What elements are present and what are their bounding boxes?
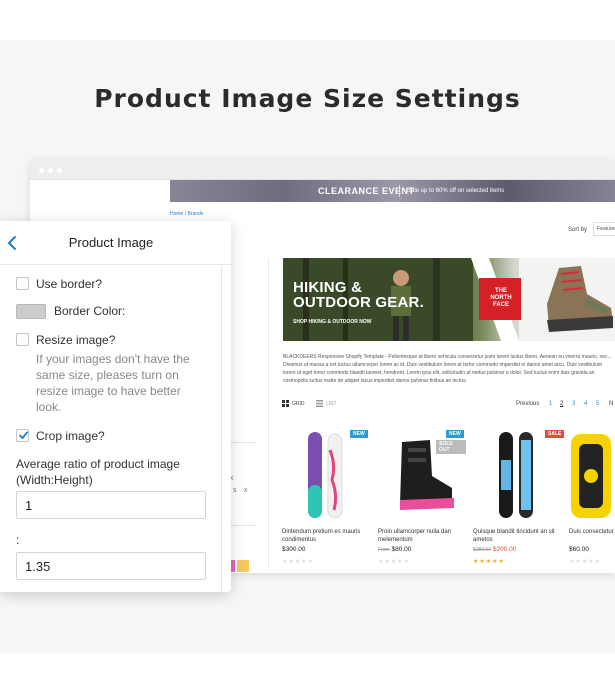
ratio-separator: : <box>16 533 20 547</box>
ratio-height-input[interactable] <box>16 552 206 580</box>
size-swatch[interactable]: S <box>233 488 236 494</box>
pager-next[interactable]: N <box>609 401 613 407</box>
list-view-icon[interactable] <box>316 400 323 407</box>
banner-divider <box>399 185 400 197</box>
pager-page-active[interactable]: 2 <box>560 401 563 407</box>
product-title[interactable]: Duis consectetur mursus cosmo <box>569 528 615 536</box>
hiking-boot-icon <box>547 266 613 332</box>
pager-page[interactable]: 4 <box>584 401 587 407</box>
ratio-label: Average ratio of product image (Width:He… <box>16 457 180 487</box>
product-sale-price: $200.00 <box>492 546 517 553</box>
crop-image-checkbox[interactable] <box>16 429 29 442</box>
checkmark-icon <box>19 431 28 439</box>
product-title[interactable]: Quisque blandit tincidunt an sit ametos <box>473 528 561 544</box>
hero-banner[interactable]: HIKING & OUTDOOR GEAR. SHOP HIKING & OUT… <box>283 258 615 341</box>
snowboard-image-icon <box>308 432 343 519</box>
resize-image-checkbox[interactable] <box>16 333 29 346</box>
product-rating: ★★★★★ <box>473 559 505 565</box>
product-price-value: $80.00 <box>391 546 412 553</box>
product-badge: NEW <box>446 430 464 438</box>
sort-select[interactable]: Featured <box>593 222 615 236</box>
window-dot-icon <box>48 168 53 173</box>
border-color-picker[interactable] <box>16 304 46 319</box>
pager-page[interactable]: 5 <box>596 401 599 407</box>
brand-line: THE <box>495 288 507 294</box>
banner-subtitle: Sale up to 60% off on selected items <box>407 188 505 194</box>
clearance-banner[interactable]: CLEARANCE EVENT Sale up to 60% off on se… <box>170 180 615 202</box>
resize-image-label: Resize image? <box>36 333 116 347</box>
banner-title: CLEARANCE EVENT <box>318 186 415 196</box>
product-rating: ★★★★★ <box>282 559 314 565</box>
window-dot-icon <box>57 168 62 173</box>
color-swatch-yellow[interactable] <box>237 560 249 572</box>
size-swatch[interactable]: X <box>244 488 247 494</box>
collection-description: BLACKDEERS Responsive Shopify Template -… <box>283 354 612 384</box>
hero-title-line: HIKING & <box>293 279 363 296</box>
product-card[interactable]: NEW Dintendum pretium es mauris condimen… <box>282 430 370 570</box>
pager-page[interactable]: 1 <box>549 401 552 407</box>
sold-out-badge: SOLD OUT <box>436 440 466 454</box>
use-border-checkbox[interactable] <box>16 277 29 290</box>
list-view-label[interactable]: LIST <box>326 401 337 407</box>
product-rating: ★★★★★ <box>569 559 601 565</box>
hero-title: HIKING & OUTDOOR GEAR. <box>293 280 424 310</box>
product-price: $300.00 <box>282 546 306 553</box>
sidebar-separator <box>268 258 269 568</box>
product-card[interactable]: SALE Quisque blandit tincidunt an sit am… <box>473 430 565 570</box>
panel-scrollbar[interactable] <box>221 266 222 592</box>
border-color-label: Border Color: <box>54 304 126 318</box>
window-dot-icon <box>39 168 44 173</box>
product-price: $280.00 $200.00 <box>473 546 516 553</box>
product-image-settings-panel: Product Image Use border? Border Color: … <box>0 221 231 592</box>
grid-view-icon[interactable] <box>282 400 289 407</box>
product-badge: SALE <box>545 430 565 438</box>
pager-page[interactable]: 3 <box>572 401 575 407</box>
pager-previous[interactable]: Previous <box>516 401 539 407</box>
browser-title-bar <box>30 160 615 180</box>
hero-subtitle: SHOP HIKING & OUTDOOR NOW <box>293 319 372 325</box>
product-old-price: $280.00 <box>473 547 492 553</box>
product-title[interactable]: Proin ullamcorper nulla dan melementum <box>378 528 466 544</box>
resize-image-help: If your images don't have the same size,… <box>36 352 190 414</box>
crop-image-label: Crop image? <box>36 429 105 443</box>
sort-label: Sort by <box>568 227 588 233</box>
grid-view-label[interactable]: GRID <box>292 401 305 407</box>
brand-logo-text: THE NORTH FACE <box>486 288 516 309</box>
product-badge: NEW <box>350 430 368 438</box>
brand-line: NORTH <box>490 295 512 301</box>
panel-title: Product Image <box>68 235 154 250</box>
product-price: From $80.00 <box>378 546 411 553</box>
product-price: $60.00 <box>569 546 589 553</box>
product-title[interactable]: Dintendum pretium es mauris condimentus <box>282 528 370 544</box>
snowboard-image-icon <box>499 432 533 518</box>
price-prefix: From <box>378 547 390 553</box>
product-card[interactable]: NEW SOLD OUT Proin ullamcorper nulla dan… <box>378 430 466 570</box>
panel-header: Product Image <box>0 221 231 265</box>
ratio-width-input[interactable] <box>16 491 206 519</box>
brand-line: FACE <box>492 302 509 308</box>
use-border-label: Use border? <box>36 277 103 291</box>
sled-image-icon <box>571 434 611 518</box>
hero-title-line: OUTDOOR GEAR. <box>293 294 424 311</box>
breadcrumb[interactable]: Home / Brands <box>170 211 203 217</box>
product-rating: ★★★★★ <box>378 559 410 565</box>
product-card[interactable]: Duis consectetur mursus cosmo $60.00 ★★★… <box>569 430 615 570</box>
page-headline: Product Image Size Settings <box>94 84 521 113</box>
